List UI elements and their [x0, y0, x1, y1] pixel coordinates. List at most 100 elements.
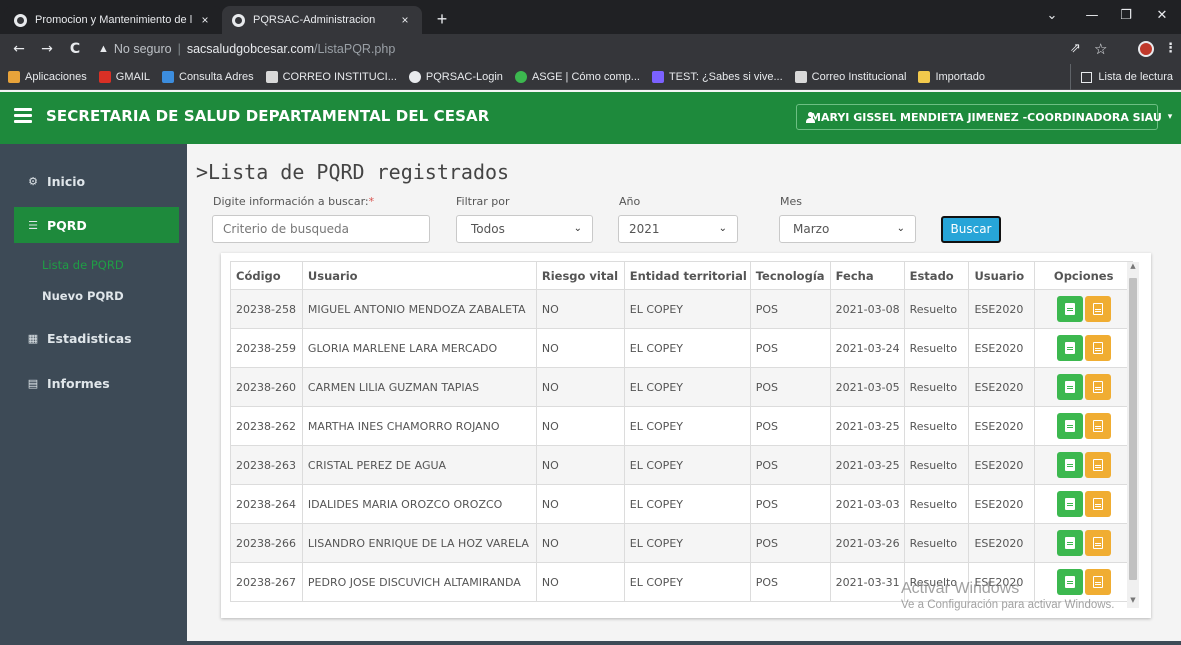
globe-icon	[14, 13, 27, 27]
browser-menu-icon[interactable]: ⋮	[1164, 38, 1177, 60]
view-document-button[interactable]	[1056, 491, 1083, 517]
table-cell: MARTHA INES CHAMORRO ROJANO	[301, 406, 537, 446]
bookmark-gmail[interactable]: GMAIL	[98, 70, 150, 83]
page-title: >Lista de PQRD registrados	[196, 160, 510, 184]
table-cell: Resuelto	[903, 445, 970, 485]
reading-list-button[interactable]: Lista de lectura	[1070, 64, 1173, 90]
filter-select[interactable]: Todos ⌄	[456, 215, 593, 243]
table-cell: IDALIDES MARIA OROZCO OROZCO	[301, 484, 537, 524]
table-cell: CARMEN LILIA GUZMAN TAPIAS	[301, 367, 537, 407]
table-row: 20238-263 CRISTAL PEREZ DE AGUA NO EL COPEY…	[230, 445, 1133, 485]
new-tab-button[interactable]: +	[430, 8, 454, 32]
form-icon	[651, 70, 664, 83]
browser-tab-promocion[interactable]: Promocion y Mantenimiento de l ×	[4, 6, 222, 34]
table-cell: EL COPEY	[623, 562, 751, 602]
bookmark-correo-institucional[interactable]: Correo Institucional	[794, 70, 906, 83]
view-document-button[interactable]	[1056, 452, 1083, 478]
month-select[interactable]: Marzo ⌄	[779, 215, 916, 243]
forward-button[interactable]: →	[36, 38, 58, 60]
scroll-up-arrow[interactable]: ▲	[1129, 262, 1137, 270]
sidebar-item-pqrd[interactable]: ☰ PQRD	[14, 207, 179, 243]
reading-list-label: Lista de lectura	[1098, 71, 1173, 83]
bookmark-test[interactable]: TEST: ¿Sabes si vive...	[651, 70, 783, 83]
tab-search-icon[interactable]: ⌄	[1036, 4, 1068, 28]
column-header[interactable]: Fecha	[829, 261, 905, 290]
warning-icon[interactable]: ▲	[98, 43, 109, 55]
minimize-button[interactable]: —	[1076, 4, 1108, 28]
table-cell: EL COPEY	[623, 406, 751, 446]
bookmarks-bar: Aplicaciones GMAIL Consulta Adres CORREO…	[0, 64, 1181, 90]
close-tab-icon[interactable]: ×	[398, 13, 412, 27]
table-cell: CRISTAL PEREZ DE AGUA	[301, 445, 537, 485]
tab-title: Promocion y Mantenimiento de l	[35, 14, 193, 26]
user-menu-button[interactable]: MARYI GISSEL MENDIETA JIMENEZ -COORDINAD…	[796, 104, 1172, 130]
chevron-down-icon: ⌄	[718, 223, 727, 234]
close-window-button[interactable]: ✕	[1146, 4, 1178, 28]
column-header[interactable]: Riesgo vital	[535, 261, 625, 290]
column-header[interactable]: Código	[230, 261, 303, 290]
table-cell: 2021-03-26	[829, 523, 905, 563]
sidebar-item-estadisticas[interactable]: ▦ Estadisticas	[14, 320, 179, 356]
table-cell: 2021-03-25	[829, 406, 905, 446]
document-outline-icon	[1092, 498, 1103, 510]
table-cell: ESE2020	[968, 367, 1036, 407]
table-cell: POS	[749, 328, 831, 368]
year-select[interactable]: 2021 ⌄	[618, 215, 738, 243]
hamburger-menu-icon[interactable]	[14, 108, 32, 123]
url-field[interactable]: ▲ No seguro | sacsaludgobcesar.com /List…	[98, 37, 1138, 61]
column-header[interactable]: Tecnología	[749, 261, 831, 290]
view-document-button[interactable]	[1056, 335, 1083, 361]
sidebar-subitem-nuevo-pqrd[interactable]: Nuevo PQRD	[42, 289, 124, 303]
reload-button[interactable]: C	[64, 38, 86, 60]
view-document-button[interactable]	[1056, 413, 1083, 439]
watermark-line-1: Activar Windows	[901, 580, 1020, 597]
table-cell: 2021-03-08	[829, 289, 905, 329]
table-cell: 20238-262	[230, 406, 303, 446]
bookmark-aplicaciones[interactable]: Aplicaciones	[8, 70, 87, 83]
filter-label: Filtrar por	[456, 195, 510, 208]
back-button[interactable]: ←	[8, 38, 30, 60]
profile-avatar-icon[interactable]	[1138, 41, 1154, 57]
edit-document-button[interactable]	[1084, 452, 1111, 478]
sidebar-item-inicio[interactable]: ⚙ Inicio	[14, 163, 179, 199]
edit-document-button[interactable]	[1084, 335, 1111, 361]
view-document-button[interactable]	[1056, 374, 1083, 400]
table-cell: NO	[535, 289, 625, 329]
column-header[interactable]: Entidad territorial	[623, 261, 751, 290]
share-icon[interactable]: ⇗	[1070, 38, 1081, 60]
edit-document-button[interactable]	[1084, 530, 1111, 556]
bookmark-importado[interactable]: Importado	[918, 70, 985, 83]
edit-document-button[interactable]	[1084, 413, 1111, 439]
document-outline-icon	[1092, 537, 1103, 549]
view-document-button[interactable]	[1056, 530, 1083, 556]
browser-tab-pqrsac[interactable]: PQRSAC-Administracion ×	[222, 6, 422, 34]
table-cell: NO	[535, 523, 625, 563]
column-header[interactable]: Usuario	[968, 261, 1036, 290]
view-document-button[interactable]	[1056, 296, 1083, 322]
close-tab-icon[interactable]: ×	[198, 13, 212, 27]
edit-document-button[interactable]	[1084, 374, 1111, 400]
search-input[interactable]: Criterio de busqueda	[212, 215, 430, 243]
sidebar-subitem-lista-pqrd[interactable]: Lista de PQRD	[42, 258, 124, 272]
column-header[interactable]: Estado	[903, 261, 970, 290]
bookmark-consulta-adres[interactable]: Consulta Adres	[162, 70, 254, 83]
table-cell: EL COPEY	[623, 445, 751, 485]
bookmark-correo-instituci[interactable]: CORREO INSTITUCI...	[265, 70, 397, 83]
bookmark-pqrsac-login[interactable]: PQRSAC-Login	[408, 70, 503, 83]
bookmark-asge[interactable]: ASGE | Cómo comp...	[514, 70, 640, 83]
table-cell: NO	[535, 484, 625, 524]
document-icon	[1064, 498, 1075, 510]
bar-chart-icon: ▦	[27, 331, 39, 345]
scroll-down-arrow[interactable]: ▼	[1129, 596, 1137, 604]
watermark-line-2: Ve a Configuración para activar Windows.	[901, 599, 1115, 611]
table-cell: NO	[535, 367, 625, 407]
bookmark-star-icon[interactable]: ☆	[1094, 38, 1107, 60]
column-header[interactable]: Usuario	[301, 261, 537, 290]
edit-document-button[interactable]	[1084, 296, 1111, 322]
maximize-button[interactable]: ❐	[1110, 4, 1142, 28]
scrollbar-thumb[interactable]	[1129, 278, 1137, 580]
search-button[interactable]: Buscar	[941, 216, 1001, 243]
sidebar-item-informes[interactable]: ▤ Informes	[14, 365, 179, 401]
edit-document-button[interactable]	[1084, 491, 1111, 517]
table-cell: GLORIA MARLENE LARA MERCADO	[301, 328, 537, 368]
